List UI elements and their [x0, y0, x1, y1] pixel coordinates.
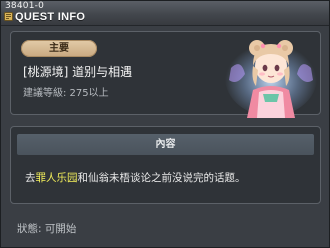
- quest-summary-card: 主要 [桃源境] 道别与相遇 建議等級: 275以上: [10, 31, 321, 118]
- description-prefix: 去: [25, 172, 36, 184]
- quest-id: 38401-0: [5, 1, 45, 11]
- location-link[interactable]: 罪人乐园: [36, 172, 78, 184]
- npc-portrait: [225, 40, 317, 118]
- window-title: QUEST INFO: [15, 11, 86, 23]
- recommended-level: 建議等級: 275以上: [23, 88, 109, 99]
- quest-description: 去罪人乐园和仙翁未梧谈论之前没说完的话题。: [25, 171, 246, 185]
- quest-content-panel: 內容 去罪人乐园和仙翁未梧谈论之前没说完的话题。: [10, 126, 321, 204]
- quest-book-icon: [4, 12, 13, 21]
- quest-type-badge: 主要: [21, 40, 97, 57]
- content-heading: 內容: [17, 134, 314, 155]
- description-suffix: 和仙翁未梧谈论之前没说完的话题。: [77, 172, 246, 184]
- quest-status: 狀態: 可開始: [17, 223, 77, 235]
- quest-name: [桃源境] 道别与相遇: [23, 65, 133, 79]
- window-header[interactable]: 38401-0 QUEST INFO: [1, 1, 329, 26]
- quest-info-window: 38401-0 QUEST INFO 主要 [桃源境] 道别与相遇 建議等級: …: [0, 0, 330, 248]
